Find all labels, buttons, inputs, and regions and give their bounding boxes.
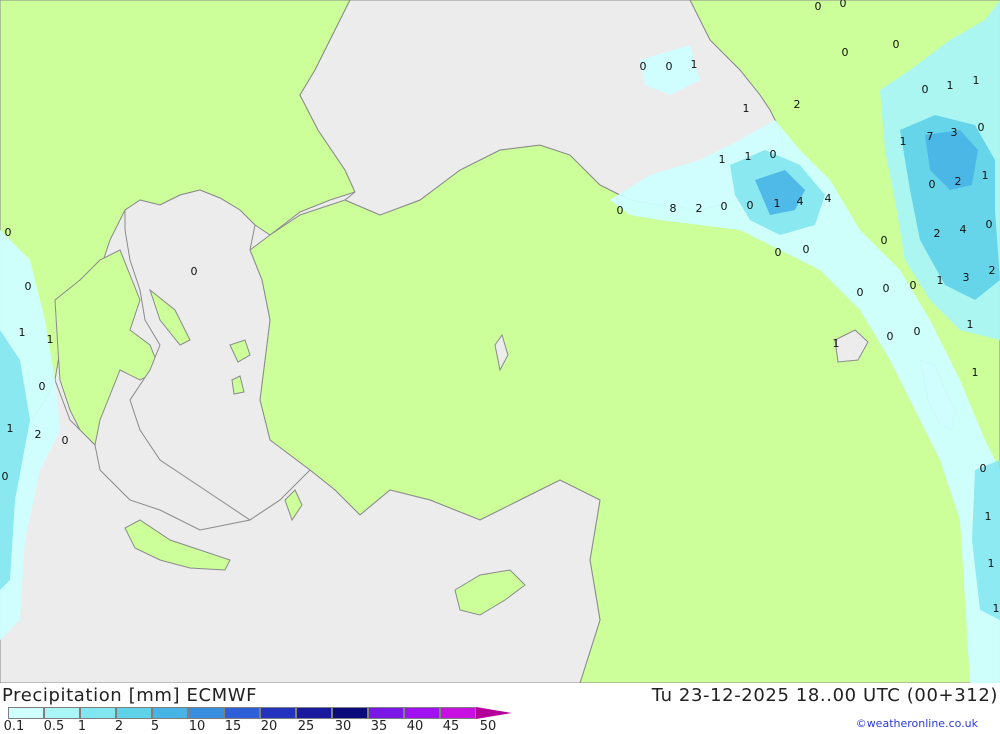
precipitation-map: 0 0 0 0 0 0 1 1 0 1 1 2 3 7 1 0 1 1 0 1 2 0 2 8 0 1 0 4 4 0 0 2 4 0 0 0 0 0 1 3… <box>0 0 1000 683</box>
scale-tick-label: 35 <box>370 719 388 734</box>
precip-value-label: 7 <box>927 130 934 143</box>
color-scale <box>8 707 512 719</box>
precip-value-label: 0 <box>2 470 9 483</box>
scale-tick-label: 20 <box>260 719 278 734</box>
legend-swatch <box>188 707 224 719</box>
precip-value-label: 1 <box>993 602 1000 615</box>
scale-tick-label: 10 <box>188 719 206 734</box>
legend-swatch <box>440 707 476 719</box>
precip-value-label: 0 <box>62 434 69 447</box>
precip-value-label: 1 <box>47 333 54 346</box>
legend-swatch <box>152 707 188 719</box>
precip-value-label: 0 <box>857 286 864 299</box>
valid-time: Tu 23-12-2025 18..00 UTC (00+312) <box>651 685 998 706</box>
precip-value-label: 1 <box>947 79 954 92</box>
legend-swatch <box>296 707 332 719</box>
scale-tick-label: 0.5 <box>43 719 65 734</box>
precip-value-label: 1 <box>937 274 944 287</box>
precip-value-label: 0 <box>721 200 728 213</box>
precip-value-label: 0 <box>914 325 921 338</box>
legend-swatch <box>260 707 296 719</box>
precip-value-label: 0 <box>803 243 810 256</box>
precip-value-label: 0 <box>39 380 46 393</box>
credit-link[interactable]: ©weatheronline.co.uk <box>856 717 978 730</box>
legend-bar: Precipitation [mm] ECMWF Tu 23-12-2025 1… <box>0 683 1000 734</box>
legend-swatch <box>116 707 152 719</box>
precip-value-label: 4 <box>960 223 967 236</box>
legend-swatch <box>404 707 440 719</box>
scale-tick-label: 2 <box>114 719 124 734</box>
legend-swatch <box>368 707 404 719</box>
precip-value-label: 1 <box>743 102 750 115</box>
precip-value-label: 2 <box>955 175 962 188</box>
precip-value-label: 0 <box>617 204 624 217</box>
precip-value-label: 4 <box>797 195 804 208</box>
precip-value-label: 0 <box>883 282 890 295</box>
scale-tick-label: 40 <box>406 719 424 734</box>
scale-tick-label: 15 <box>224 719 242 734</box>
precip-value-label: 8 <box>670 202 677 215</box>
precip-value-label: 1 <box>833 337 840 350</box>
legend-swatch <box>332 707 368 719</box>
scale-tick-label: 50 <box>479 719 497 734</box>
precip-value-label: 2 <box>934 227 941 240</box>
precip-value-label: 0 <box>910 279 917 292</box>
precip-value-label: 1 <box>7 422 14 435</box>
precip-value-label: 0 <box>815 0 822 13</box>
precip-value-label: 0 <box>747 199 754 212</box>
precip-value-label: 3 <box>963 271 970 284</box>
precip-value-label: 0 <box>191 265 198 278</box>
precip-value-label: 2 <box>989 264 996 277</box>
scale-tick-label: 1 <box>77 719 87 734</box>
precip-value-label: 0 <box>986 218 993 231</box>
precip-value-label: 0 <box>5 226 12 239</box>
precip-value-label: 1 <box>972 366 979 379</box>
precip-value-label: 0 <box>840 0 847 10</box>
precip-value-label: 1 <box>691 58 698 71</box>
scale-tick-label: 25 <box>297 719 315 734</box>
precip-value-label: 0 <box>980 462 987 475</box>
scale-tick-label: 45 <box>442 719 460 734</box>
scale-tick-label: 30 <box>334 719 352 734</box>
precip-value-label: 0 <box>978 121 985 134</box>
precip-value-label: 1 <box>988 557 995 570</box>
map-canvas: 0 0 0 0 0 0 1 1 0 1 1 2 3 7 1 0 1 1 0 1 2 0 2 8 0 1 0 4 4 0 0 2 4 0 0 0 0 0 1 3… <box>0 0 1000 683</box>
legend-swatch <box>44 707 80 719</box>
precip-value-label: 1 <box>745 150 752 163</box>
precip-value-label: 0 <box>881 234 888 247</box>
precip-value-label: 3 <box>951 126 958 139</box>
precip-value-label: 1 <box>967 318 974 331</box>
precip-value-label: 1 <box>985 510 992 523</box>
precip-value-label: 2 <box>35 428 42 441</box>
precip-value-label: 0 <box>887 330 894 343</box>
precip-value-label: 0 <box>770 148 777 161</box>
precip-value-label: 2 <box>696 202 703 215</box>
precip-value-label: 0 <box>640 60 647 73</box>
precip-value-label: 0 <box>25 280 32 293</box>
scale-tick-label: 0.1 <box>3 719 25 734</box>
precip-value-label: 1 <box>982 169 989 182</box>
scale-ticks: 0.1 0.5 1 2 5 10 15 20 25 30 35 40 45 50 <box>0 719 560 734</box>
precip-value-label: 0 <box>666 60 673 73</box>
legend-arrow <box>476 707 512 719</box>
precip-value-label: 1 <box>19 326 26 339</box>
legend-swatch <box>80 707 116 719</box>
precip-value-label: 0 <box>893 38 900 51</box>
scale-tick-label: 5 <box>150 719 160 734</box>
precip-value-label: 0 <box>922 83 929 96</box>
precip-value-label: 4 <box>825 192 832 205</box>
legend-swatch <box>224 707 260 719</box>
precip-value-label: 0 <box>775 246 782 259</box>
precip-value-label: 1 <box>900 135 907 148</box>
precip-value-label: 0 <box>929 178 936 191</box>
precip-value-label: 1 <box>719 153 726 166</box>
precip-value-label: 0 <box>842 46 849 59</box>
precip-value-label: 2 <box>794 98 801 111</box>
legend-swatch <box>8 707 44 719</box>
map-title: Precipitation [mm] ECMWF <box>2 685 258 706</box>
precip-value-label: 1 <box>774 197 781 210</box>
precip-value-label: 1 <box>973 74 980 87</box>
